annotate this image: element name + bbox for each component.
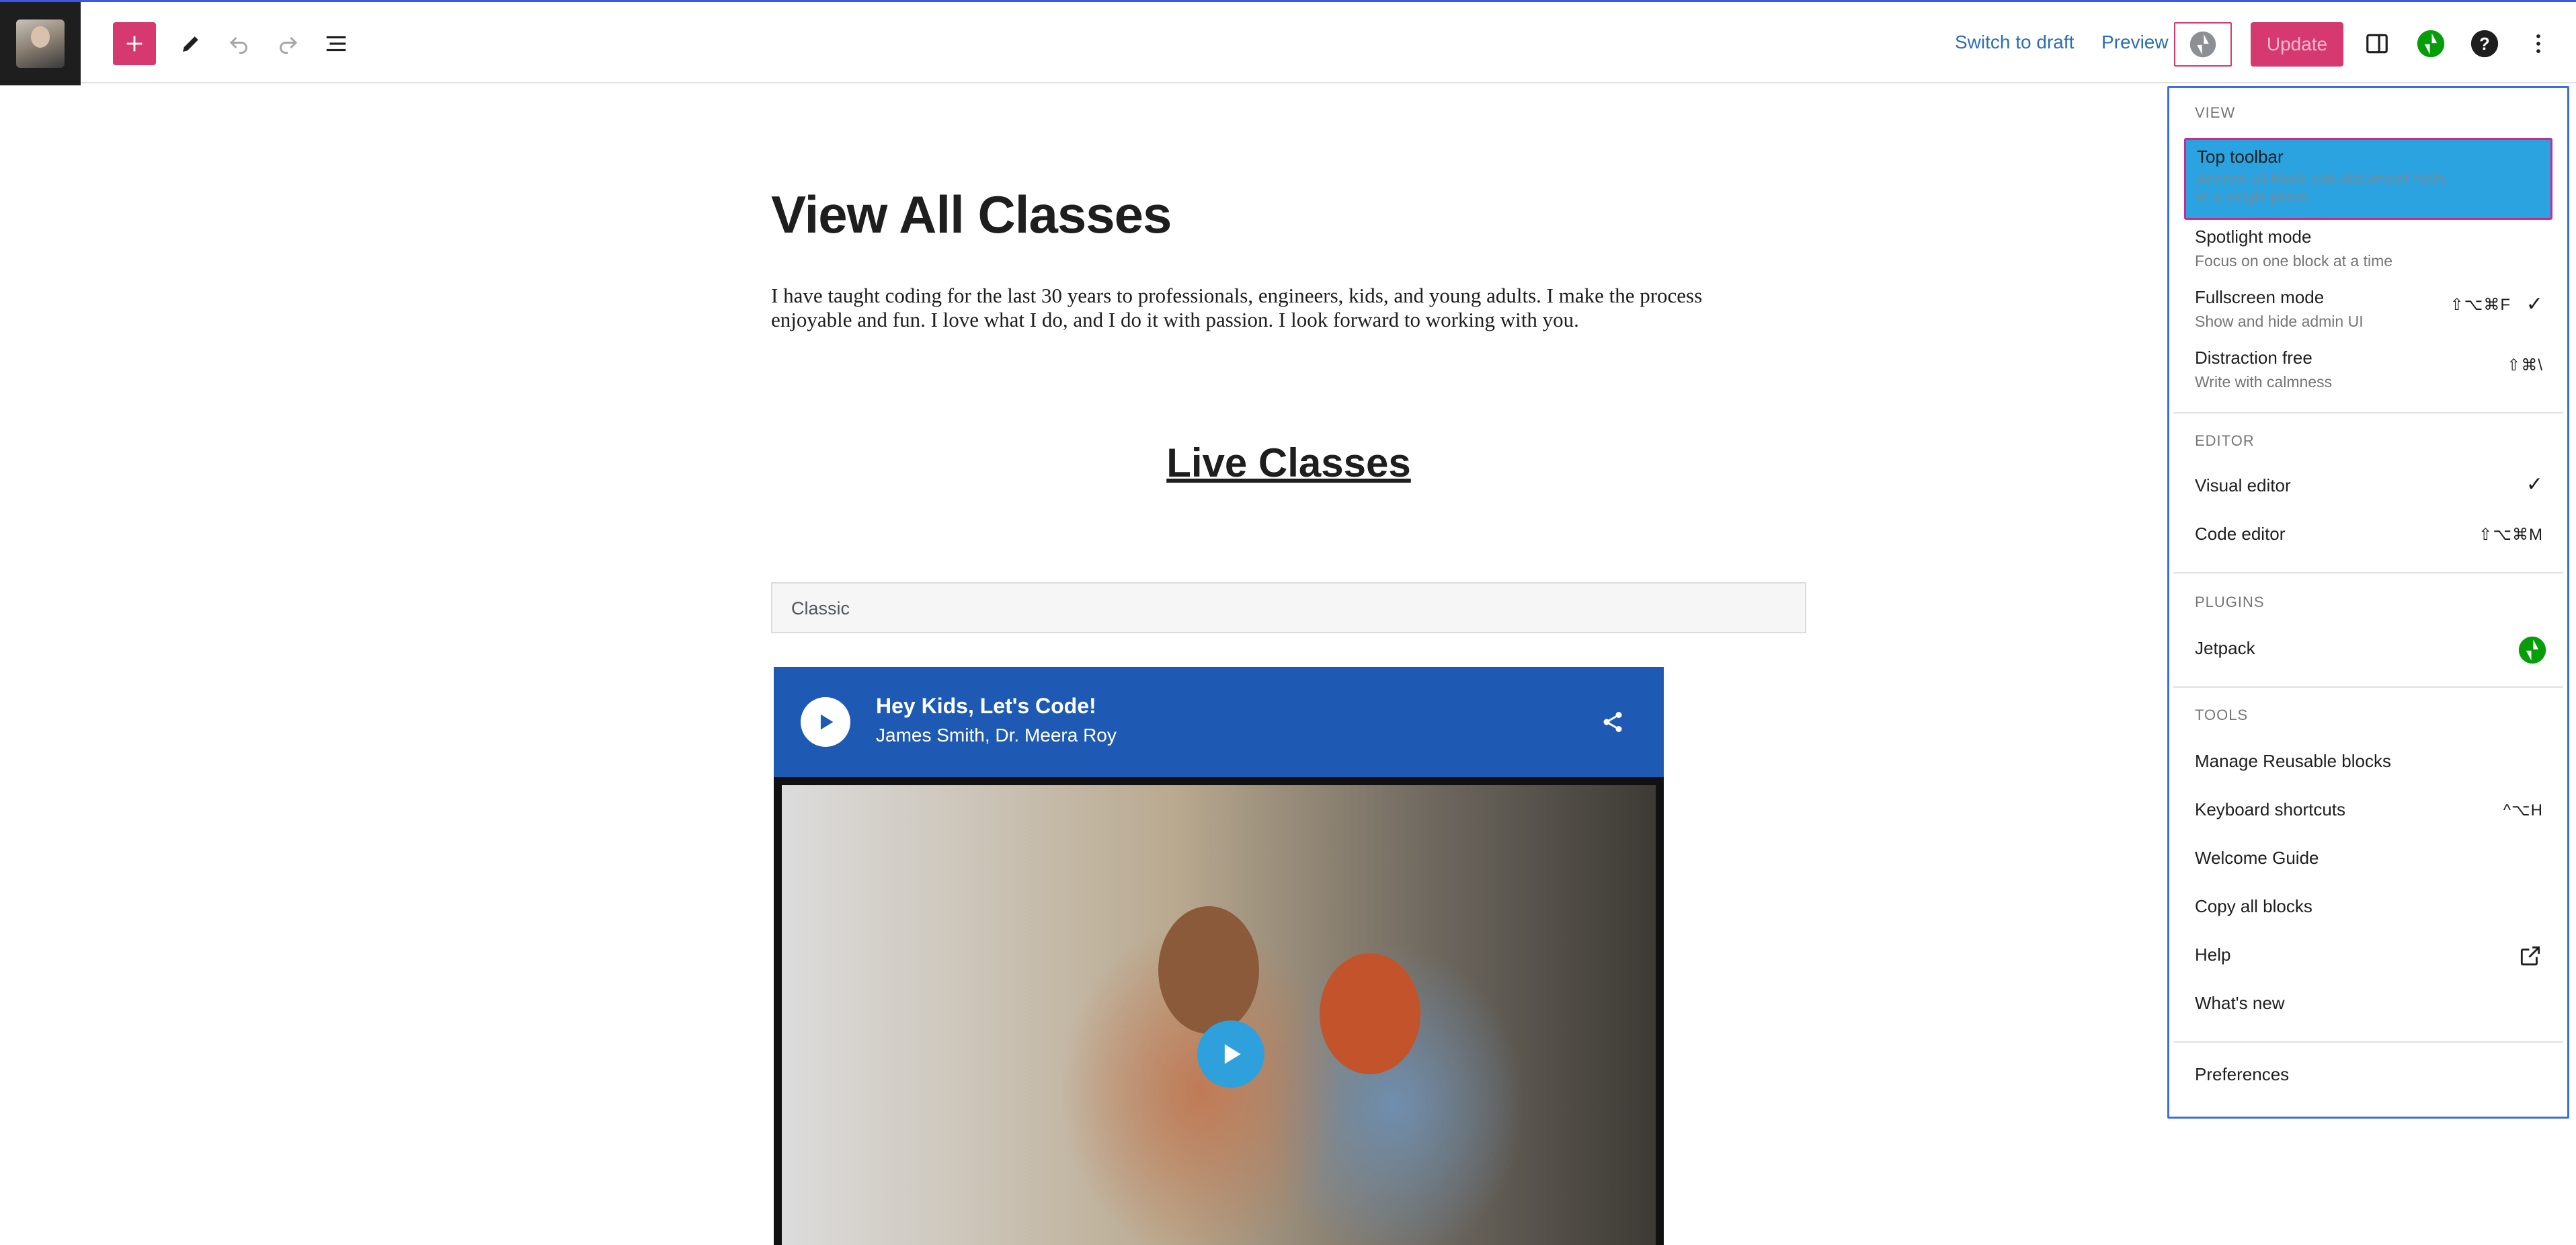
menu-divider xyxy=(2173,412,2563,413)
menu-item-label: Manage Reusable blocks xyxy=(2195,751,2391,771)
video-image xyxy=(1320,953,1420,1074)
menu-item-description: Show and hide admin UI xyxy=(2195,313,2364,330)
menu-item-label: Spotlight mode xyxy=(2195,227,2312,247)
external-link-icon xyxy=(2520,946,2540,966)
sidebar-icon xyxy=(2366,34,2388,54)
menu-group-label-plugins: PLUGINS xyxy=(2195,594,2265,610)
add-block-button[interactable] xyxy=(113,22,156,65)
menu-item-help[interactable]: Help xyxy=(2184,936,2552,971)
jetpack-icon xyxy=(2189,31,2216,58)
menu-item-label: Copy all blocks xyxy=(2195,896,2312,916)
video-thumbnail[interactable] xyxy=(782,785,1656,1245)
menu-item-distraction-free[interactable]: Distraction free Write with calmness ⇧⌘\ xyxy=(2184,348,2552,401)
document-overview-button[interactable] xyxy=(315,22,358,65)
avatar xyxy=(16,19,65,68)
keyboard-shortcut: ⇧⌥⌘M xyxy=(2479,526,2543,544)
menu-group-label-tools: TOOLS xyxy=(2195,707,2249,723)
menu-item-description: Access all block and document tools in a… xyxy=(2197,170,2550,205)
menu-item-description: Write with calmness xyxy=(2195,373,2333,391)
keyboard-shortcut: ^⌥H xyxy=(2503,801,2543,819)
menu-item-label: Help xyxy=(2195,945,2231,965)
paragraph-block[interactable]: I have taught coding for the last 30 yea… xyxy=(771,284,1766,332)
player-subtitle: James Smith, Dr. Meera Roy xyxy=(876,725,1117,746)
pencil-icon xyxy=(183,36,198,52)
menu-item-fullscreen-mode[interactable]: Fullscreen mode Show and hide admin UI ⇧… xyxy=(2184,287,2552,341)
menu-item-description: Focus on one block at a time xyxy=(2195,252,2393,270)
menu-divider xyxy=(2173,686,2563,688)
heading-block[interactable]: Live Classes xyxy=(771,440,1806,486)
menu-item-label: Preferences xyxy=(2195,1064,2290,1084)
update-button[interactable]: Update xyxy=(2251,22,2343,67)
page-title[interactable]: View All Classes xyxy=(771,184,1172,245)
share-icon[interactable] xyxy=(1601,710,1625,734)
classic-block[interactable]: Classic xyxy=(771,582,1806,633)
menu-item-welcome-guide[interactable]: Welcome Guide xyxy=(2184,840,2552,875)
menu-item-label: Visual editor xyxy=(2195,475,2291,495)
menu-item-visual-editor[interactable]: Visual editor ✓ xyxy=(2184,467,2552,502)
menu-item-description-line: in a single place xyxy=(2197,188,2308,205)
more-vertical-icon xyxy=(2536,34,2540,53)
switch-to-draft-button[interactable]: Switch to draft xyxy=(1955,32,2074,53)
video-image xyxy=(1158,906,1259,1034)
menu-divider xyxy=(2173,1041,2563,1043)
video-player-block[interactable]: Hey Kids, Let's Code! James Smith, Dr. M… xyxy=(774,667,1664,1245)
menu-item-label: Keyboard shortcuts xyxy=(2195,799,2346,819)
editor-top-bar: Switch to draft Preview Update ? xyxy=(0,0,2576,85)
undo-icon xyxy=(229,36,247,54)
classic-block-label: Classic xyxy=(791,598,850,618)
svg-text:?: ? xyxy=(2479,35,2490,54)
menu-item-label: What's new xyxy=(2195,993,2285,1013)
menu-item-copy-all-blocks[interactable]: Copy all blocks xyxy=(2184,888,2552,923)
keyboard-shortcut: ⇧⌥⌘F xyxy=(2450,296,2511,314)
site-icon-button[interactable] xyxy=(0,2,81,85)
tools-button[interactable] xyxy=(169,22,212,65)
keyboard-shortcut: ⇧⌘\ xyxy=(2507,356,2543,374)
menu-item-top-toolbar[interactable]: Top toolbar Access all block and documen… xyxy=(2184,138,2552,220)
menu-item-whats-new[interactable]: What's new xyxy=(2184,985,2552,1020)
help-button[interactable]: ? xyxy=(2463,22,2506,65)
menu-item-jetpack[interactable]: Jetpack xyxy=(2184,630,2552,665)
menu-item-description-line: Access all block and document tools xyxy=(2197,170,2446,188)
options-button[interactable] xyxy=(2517,22,2560,65)
jetpack-icon xyxy=(2417,30,2445,58)
menu-item-label: Top toolbar xyxy=(2197,147,2284,167)
menu-item-label: Welcome Guide xyxy=(2195,848,2319,868)
menu-item-label: Jetpack xyxy=(2195,638,2255,658)
play-icon xyxy=(820,714,834,730)
menu-group-label-view: VIEW xyxy=(2195,104,2236,121)
settings-button[interactable] xyxy=(2356,22,2399,65)
menu-item-keyboard-shortcuts[interactable]: Keyboard shortcuts ^⌥H xyxy=(2184,791,2552,826)
jetpack-toolbar-button[interactable] xyxy=(2174,22,2232,67)
checkmark-icon: ✓ xyxy=(2526,293,2543,315)
redo-button[interactable] xyxy=(266,22,309,65)
plus-icon xyxy=(126,36,143,52)
redo-icon xyxy=(280,36,298,54)
menu-item-preferences[interactable]: Preferences xyxy=(2184,1056,2552,1091)
player-title: Hey Kids, Let's Code! xyxy=(876,694,1096,718)
menu-item-manage-reusable-blocks[interactable]: Manage Reusable blocks xyxy=(2184,743,2552,778)
menu-item-label: Distraction free xyxy=(2195,348,2312,368)
video-play-button[interactable] xyxy=(1197,1020,1264,1088)
header-play-button[interactable] xyxy=(801,697,850,747)
jetpack-icon xyxy=(2518,636,2546,664)
jetpack-sidebar-button[interactable] xyxy=(2409,22,2452,65)
play-icon xyxy=(1224,1044,1241,1064)
preview-button[interactable]: Preview xyxy=(2101,32,2169,53)
menu-item-code-editor[interactable]: Code editor ⇧⌥⌘M xyxy=(2184,516,2552,551)
checkmark-icon: ✓ xyxy=(2526,473,2543,495)
menu-group-label-editor: EDITOR xyxy=(2195,432,2255,449)
options-menu: VIEW Top toolbar Access all block and do… xyxy=(2167,86,2569,1119)
menu-divider xyxy=(2173,572,2563,573)
help-icon: ? xyxy=(2470,30,2499,58)
list-view-icon xyxy=(326,36,346,52)
undo-button[interactable] xyxy=(218,22,261,65)
menu-item-spotlight-mode[interactable]: Spotlight mode Focus on one block at a t… xyxy=(2184,227,2552,280)
player-header: Hey Kids, Let's Code! James Smith, Dr. M… xyxy=(774,667,1664,777)
